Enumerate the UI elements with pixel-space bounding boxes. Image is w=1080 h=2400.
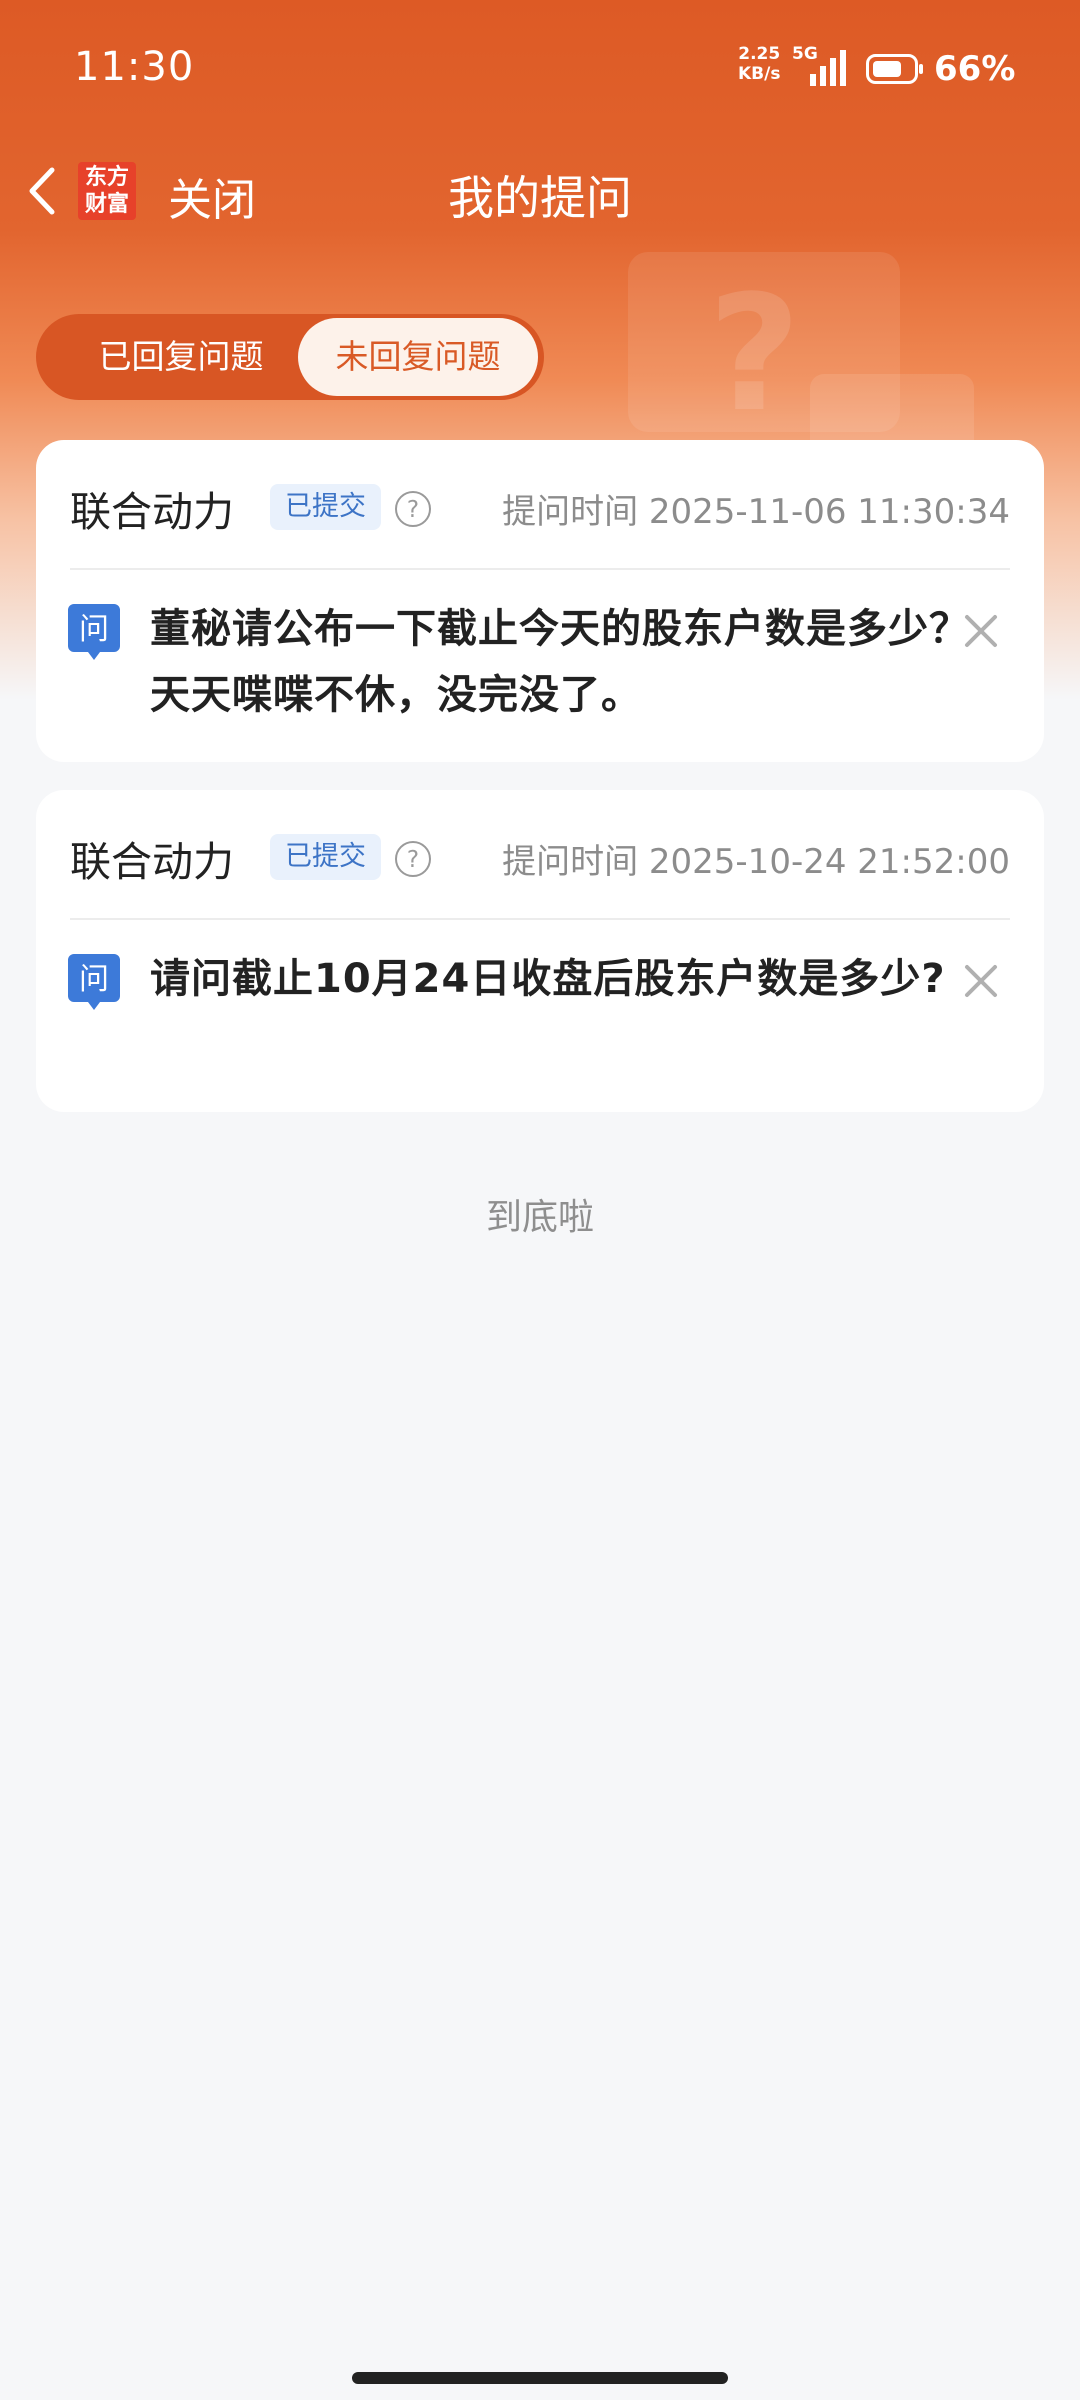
company-name: 联合动力 [70, 488, 234, 536]
page-title: 我的提问 [448, 171, 632, 225]
end-of-list-text: 到底啦 [485, 1197, 594, 1238]
status-badge: 已提交 [270, 834, 381, 880]
question-badge-label: 问 [79, 612, 109, 647]
signal-icon [810, 50, 846, 86]
help-icon[interactable]: ? [394, 840, 432, 878]
network-speed-unit: KB/s [738, 64, 781, 84]
home-indicator[interactable] [352, 2372, 728, 2384]
back-arrow-icon[interactable] [22, 164, 62, 218]
question-card[interactable]: 联合动力 已提交 ? 提问时间 2025-11-06 11:30:34 问 董秘… [36, 440, 1044, 762]
navigation-bar: 东方 财富 关闭 我的提问 [0, 150, 1080, 232]
company-name: 联合动力 [70, 838, 234, 886]
question-card-header: 联合动力 已提交 ? 提问时间 2025-10-24 21:52:00 [36, 790, 1044, 918]
question-tabs: 已回复问题 未回复问题 [36, 314, 544, 400]
question-card[interactable]: 联合动力 已提交 ? 提问时间 2025-10-24 21:52:00 问 请问… [36, 790, 1044, 1112]
ask-time: 提问时间 2025-11-06 11:30:34 [502, 492, 1010, 532]
battery-icon [866, 54, 923, 84]
question-text: 请问截止10月24日收盘后股东户数是多少? [150, 956, 946, 1002]
divider [70, 568, 1010, 570]
app-logo-line1: 东方 [84, 165, 129, 190]
question-card-header: 联合动力 已提交 ? 提问时间 2025-11-06 11:30:34 [36, 440, 1044, 568]
divider [70, 918, 1010, 920]
tab-answered[interactable]: 已回复问题 [46, 314, 316, 400]
question-badge-icon: 问 [68, 604, 120, 660]
tab-unanswered[interactable]: 未回复问题 [298, 318, 538, 396]
question-badge-icon: 问 [68, 954, 120, 1010]
status-badge: 已提交 [270, 484, 381, 530]
help-icon[interactable]: ? [394, 490, 432, 528]
svg-text:?: ? [407, 497, 419, 523]
close-button[interactable]: 关闭 [168, 164, 256, 228]
ask-time: 提问时间 2025-10-24 21:52:00 [502, 842, 1010, 882]
question-text: 董秘请公布一下截止今天的股东户数是多少？天天喋喋不休，没完没了。 [150, 606, 970, 718]
svg-text:?: ? [407, 847, 419, 873]
network-speed-value: 2.25 [738, 44, 781, 64]
status-time: 11:30 [74, 44, 195, 90]
delete-icon[interactable] [962, 962, 1000, 1000]
app-logo: 东方 财富 [78, 162, 136, 220]
delete-icon[interactable] [962, 612, 1000, 650]
app-logo-line2: 财富 [84, 192, 129, 217]
network-speed: 2.25 KB/s [738, 44, 780, 84]
status-bar: 11:30 2.25 KB/s 5G 66% [0, 0, 1080, 140]
question-badge-label: 问 [79, 962, 109, 997]
battery-percentage: 66% [934, 49, 1016, 89]
